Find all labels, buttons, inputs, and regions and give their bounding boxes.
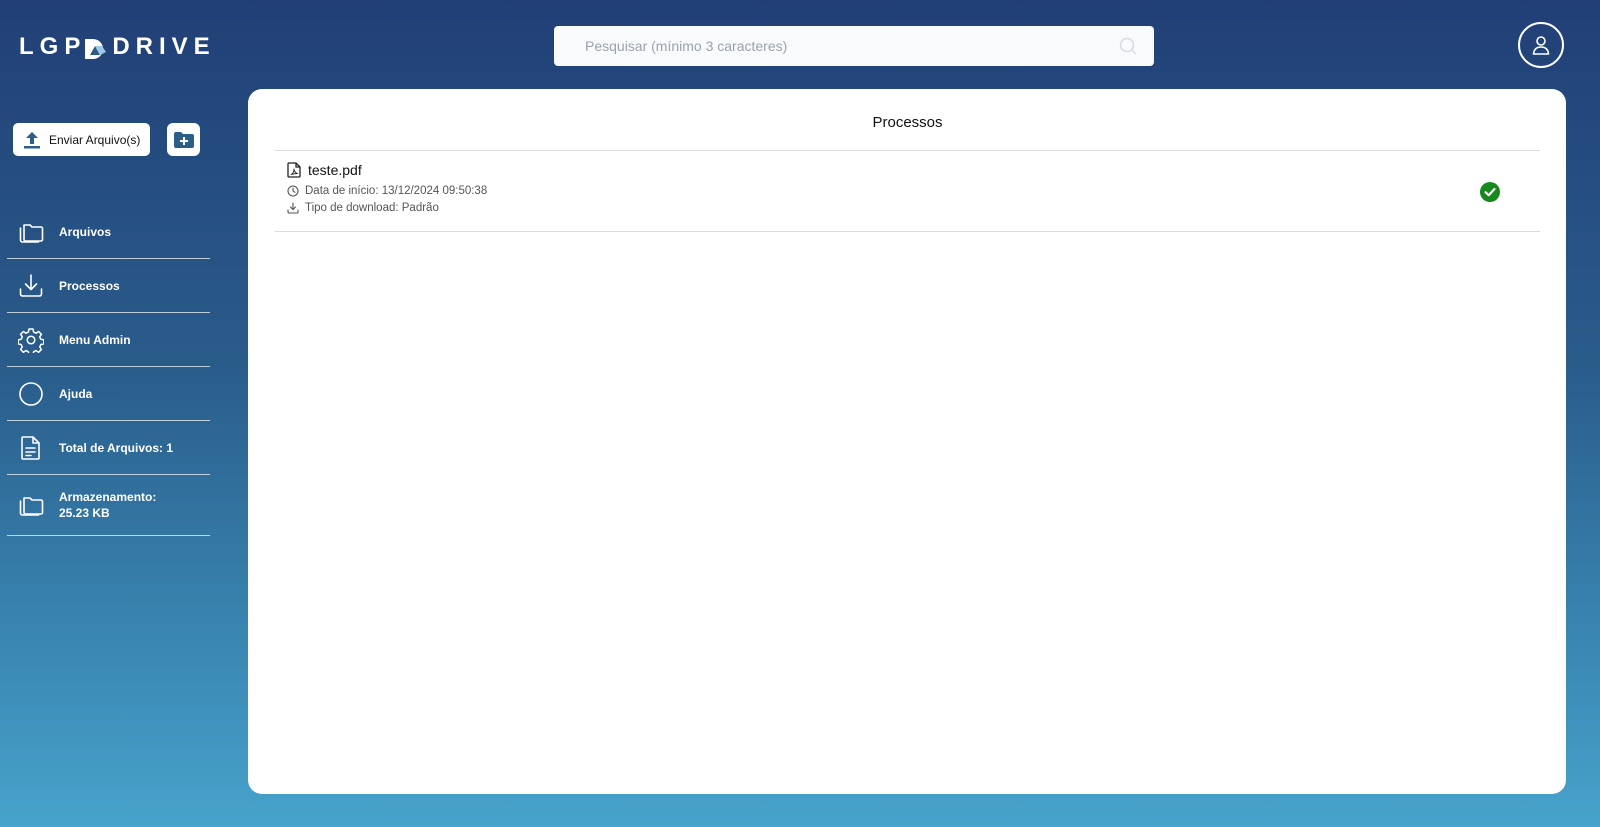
download-icon — [287, 202, 299, 214]
folders-icon — [19, 497, 44, 516]
download-icon — [19, 273, 43, 297]
sidebar-item-arquivos[interactable]: Arquivos — [7, 205, 210, 259]
logo-drive-icon — [85, 39, 107, 59]
page-title: Processos — [275, 110, 1540, 151]
upload-files-button[interactable]: Enviar Arquivo(s) — [13, 123, 150, 156]
document-icon — [21, 435, 40, 460]
folder-plus-icon — [173, 131, 194, 148]
process-download-type: Tipo de download: Padrão — [287, 202, 439, 214]
sidebar-item-storage: Armazenamento: 25.23 KB — [7, 475, 210, 536]
sidebar-item-label: Arquivos — [59, 224, 112, 239]
process-download-type-text: Tipo de download: Padrão — [305, 202, 439, 214]
pdf-file-icon — [287, 162, 301, 178]
user-menu-button[interactable] — [1518, 22, 1564, 68]
upload-icon — [24, 131, 40, 148]
sidebar-nav: Arquivos Processos Menu Admin Ajuda Tota… — [7, 205, 210, 536]
circle-icon — [19, 381, 43, 406]
new-folder-button[interactable] — [167, 123, 200, 156]
sidebar-item-menu-admin[interactable]: Menu Admin — [7, 313, 210, 367]
process-file: teste.pdf — [287, 162, 362, 178]
clock-icon — [287, 185, 299, 197]
sidebar-item-label: Armazenamento: 25.23 KB — [59, 490, 157, 520]
upload-files-label: Enviar Arquivo(s) — [49, 132, 141, 147]
sidebar-item-label: Processos — [59, 278, 120, 293]
search-icon[interactable] — [1118, 36, 1138, 56]
process-row[interactable]: teste.pdf Data de início: 13/12/2024 09:… — [275, 150, 1540, 232]
search-input[interactable] — [583, 37, 1118, 55]
processes-panel: Processos teste.pdf Data de início: 13/1… — [248, 89, 1566, 794]
sidebar-item-label: Menu Admin — [59, 332, 131, 347]
brand-logo[interactable]: LGP DRIVE — [19, 33, 216, 61]
search-bar — [554, 26, 1154, 66]
process-start-date-text: Data de início: 13/12/2024 09:50:38 — [305, 185, 488, 197]
brand-prefix: LGP — [19, 33, 87, 60]
sidebar-item-ajuda[interactable]: Ajuda — [7, 367, 210, 421]
brand-suffix: DRIVE — [112, 33, 216, 60]
sidebar-item-processos[interactable]: Processos — [7, 259, 210, 313]
check-circle-icon — [1480, 182, 1500, 202]
sidebar-item-total-files: Total de Arquivos: 1 — [7, 421, 210, 475]
folders-icon — [19, 223, 44, 243]
process-start-date: Data de início: 13/12/2024 09:50:38 — [287, 185, 487, 197]
sidebar-item-label: Ajuda — [59, 386, 93, 401]
process-file-name: teste.pdf — [308, 162, 362, 178]
gear-icon — [18, 327, 44, 353]
user-icon — [1532, 36, 1550, 55]
sidebar-item-label: Total de Arquivos: 1 — [59, 440, 174, 455]
